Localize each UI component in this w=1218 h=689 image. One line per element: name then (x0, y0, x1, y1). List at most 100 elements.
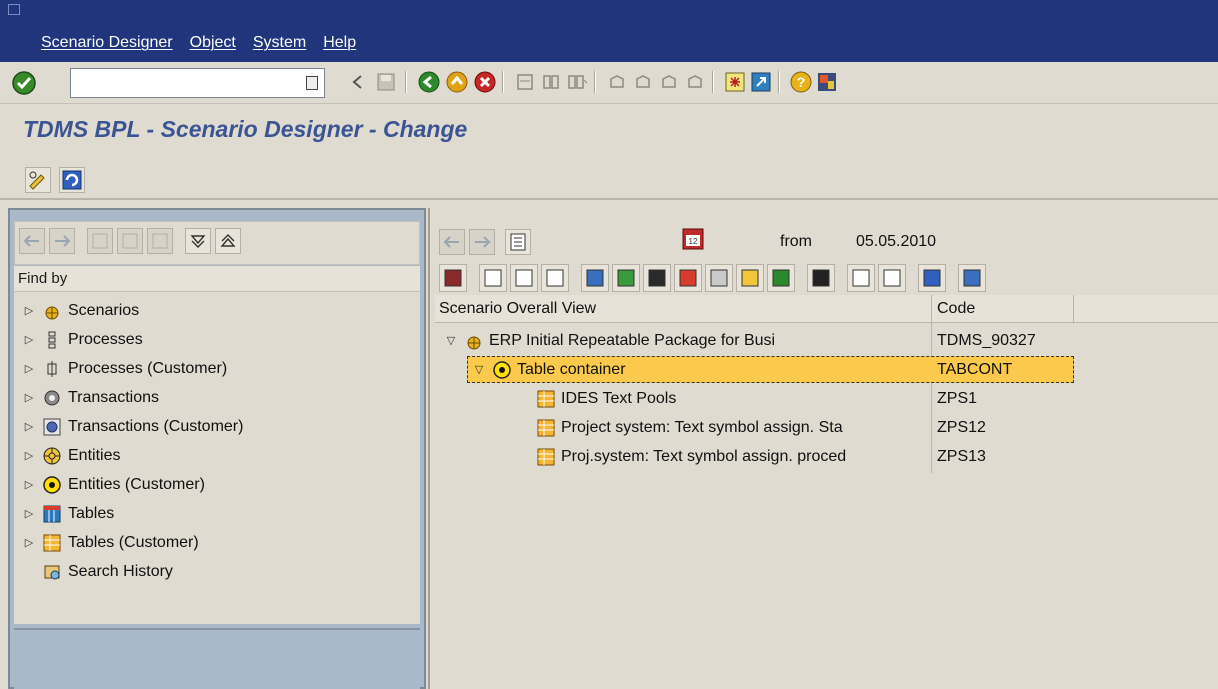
standard-toolbar: ? (0, 62, 1218, 104)
left-tool-button-1[interactable] (87, 228, 113, 254)
left-forward-button[interactable] (49, 228, 75, 254)
print-icon[interactable] (514, 71, 536, 93)
from-date: 05.05.2010 (856, 233, 937, 250)
new-session-icon[interactable] (724, 71, 746, 93)
tree-item-tables[interactable]: ▷ Tables (14, 499, 414, 528)
system-menu-icon[interactable] (8, 4, 20, 15)
collapse-triangle-icon[interactable]: ▽ (471, 363, 487, 376)
tree-item-label: Entities (68, 446, 121, 464)
scenario-row[interactable]: ▽ ERP Initial Repeatable Package for Bus… (435, 326, 1218, 355)
menu-system[interactable]: System (253, 34, 306, 52)
save-icon[interactable] (375, 71, 397, 93)
menu-help[interactable]: Help (323, 34, 356, 52)
expand-triangle-icon[interactable]: ▷ (20, 333, 38, 346)
tree-item-entities[interactable]: ▷ Entities (14, 441, 414, 470)
column-divider[interactable] (931, 295, 932, 322)
cut-object-button[interactable] (541, 264, 569, 292)
refresh-icon (62, 170, 82, 190)
scenario-tree: ▽ ERP Initial Repeatable Package for Bus… (435, 323, 1218, 689)
expand-triangle-icon[interactable]: ▷ (20, 362, 38, 375)
copy-object-button[interactable] (643, 264, 671, 292)
help-icon[interactable]: ? (790, 71, 812, 93)
scenario-row[interactable]: Proj.system: Text symbol assign. proced … (435, 442, 1218, 471)
find-by-label: Find by (18, 270, 68, 287)
cancel-icon[interactable] (474, 71, 496, 93)
find-object-button[interactable] (581, 264, 609, 292)
collapse-all-button[interactable] (215, 228, 241, 254)
enter-check-icon[interactable] (11, 70, 37, 96)
details-button[interactable] (505, 229, 531, 255)
menu-items: Scenario Designer Object System Help (41, 34, 373, 52)
tree-item-processes-customer[interactable]: ▷ Processes (Customer) (14, 354, 414, 383)
column-settings-button[interactable] (958, 264, 986, 292)
scenario-row-selected[interactable]: ▽ Table container TABCONT (435, 355, 1218, 384)
expand-triangle-icon[interactable]: ▷ (20, 391, 38, 404)
customize-layout-icon[interactable] (816, 71, 838, 93)
left-tool-button-3[interactable] (147, 228, 173, 254)
collapse-triangle-icon[interactable]: ▽ (443, 334, 459, 347)
expand-triangle-icon[interactable]: ▷ (20, 507, 38, 520)
move-object-button[interactable] (674, 264, 702, 292)
tree-item-transactions-customer[interactable]: ▷ Transactions (Customer) (14, 412, 414, 441)
expand-triangle-icon[interactable]: ▷ (20, 536, 38, 549)
menu-object[interactable]: Object (190, 34, 236, 52)
tree-item-label: Search History (68, 562, 173, 580)
tree-item-processes[interactable]: ▷ Processes (14, 325, 414, 354)
last-page-icon[interactable] (684, 71, 706, 93)
sort-tree-button[interactable] (807, 264, 835, 292)
shortcut-icon[interactable] (750, 71, 772, 93)
refresh-button[interactable] (59, 167, 85, 193)
menu-bar: Scenario Designer Object System Help (0, 0, 1218, 62)
exit-icon[interactable] (446, 71, 468, 93)
scenario-row[interactable]: Project system: Text symbol assign. Sta … (435, 413, 1218, 442)
row-name: Table container (517, 360, 626, 378)
find-icon[interactable] (540, 71, 562, 93)
entity-assign-button[interactable] (736, 264, 764, 292)
row-name: Project system: Text symbol assign. Sta (561, 418, 843, 436)
new-object-button[interactable] (479, 264, 507, 292)
tree-item-entities-customer[interactable]: ▷ Entities (Customer) (14, 470, 414, 499)
refresh-view-button[interactable] (918, 264, 946, 292)
move-object-icon (679, 269, 697, 287)
calendar-icon[interactable]: 12 (682, 228, 704, 250)
right-back-button[interactable] (439, 229, 465, 255)
scenario-row[interactable]: IDES Text Pools ZPS1 (435, 384, 1218, 413)
back-icon[interactable] (418, 71, 440, 93)
left-back-button[interactable] (19, 228, 45, 254)
expand-triangle-icon[interactable]: ▷ (20, 304, 38, 317)
command-input[interactable] (71, 69, 296, 97)
tree-item-search-history[interactable]: Search History (14, 557, 414, 586)
from-label: from (780, 233, 812, 250)
right-forward-button[interactable] (469, 229, 495, 255)
table-customer-icon (537, 390, 555, 408)
back-arrow-small-icon[interactable] (347, 71, 369, 93)
next-page-icon[interactable] (658, 71, 680, 93)
previous-page-icon[interactable] (632, 71, 654, 93)
column-header-overview[interactable]: Scenario Overall View (439, 300, 596, 318)
first-page-icon[interactable] (606, 71, 628, 93)
column-header-code[interactable]: Code (937, 300, 975, 318)
print-list-button[interactable] (847, 264, 875, 292)
left-tool-button-2[interactable] (117, 228, 143, 254)
delete-object-button[interactable] (510, 264, 538, 292)
assign-object-button[interactable] (705, 264, 733, 292)
tree-item-scenarios[interactable]: ▷ Scenarios (14, 296, 414, 325)
find-next-icon[interactable] (566, 71, 588, 93)
hierarchy-display-button[interactable] (439, 264, 467, 292)
right-toolbar-top: 12 from 05.05.2010 (435, 221, 1218, 261)
expand-triangle-icon[interactable]: ▷ (20, 449, 38, 462)
where-used-button[interactable] (612, 264, 640, 292)
sort-tree-icon (812, 269, 830, 287)
tree-structure-button[interactable] (767, 264, 795, 292)
expand-triangle-icon[interactable]: ▷ (20, 478, 38, 491)
tree-item-tables-customer[interactable]: ▷ Tables (Customer) (14, 528, 414, 557)
tree-item-transactions[interactable]: ▷ Transactions (14, 383, 414, 412)
menu-scenario-designer[interactable]: Scenario Designer (41, 34, 173, 52)
command-field[interactable] (70, 68, 325, 98)
display-change-button[interactable] (25, 167, 51, 193)
column-divider[interactable] (1073, 295, 1074, 322)
expand-triangle-icon[interactable]: ▷ (20, 420, 38, 433)
expand-text-button[interactable] (878, 264, 906, 292)
command-history-icon[interactable] (306, 76, 318, 90)
expand-all-button[interactable] (185, 228, 211, 254)
